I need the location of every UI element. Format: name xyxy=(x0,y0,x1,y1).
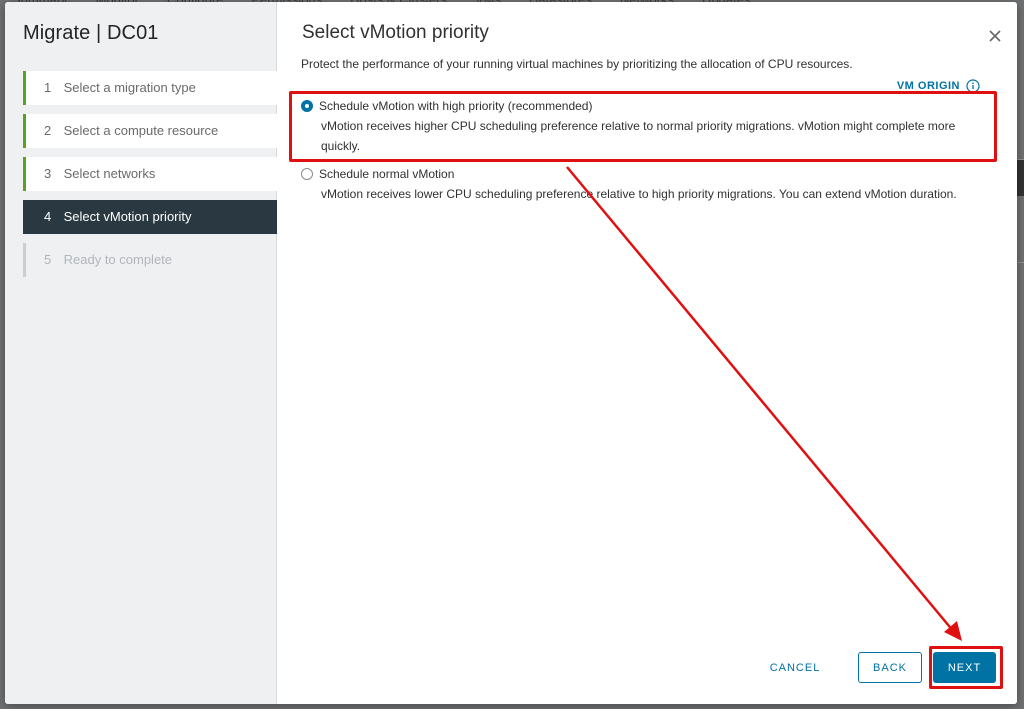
wizard-footer: CANCEL BACK NEXT xyxy=(277,634,1017,704)
next-button[interactable]: NEXT xyxy=(933,652,996,683)
high-priority-radio[interactable] xyxy=(301,100,313,112)
step-number: 1 xyxy=(44,80,52,95)
normal-priority-radio[interactable] xyxy=(301,168,313,180)
step-number: 5 xyxy=(44,252,52,267)
info-icon xyxy=(966,79,980,93)
wizard-content: Select vMotion priority Protect the perf… xyxy=(277,2,1017,704)
close-icon xyxy=(989,30,1001,42)
step-label: Select vMotion priority xyxy=(63,209,192,224)
step-label: Select a migration type xyxy=(63,80,196,95)
wizard-step-vmotion-priority[interactable]: 4 Select vMotion priority xyxy=(23,200,277,234)
step-number: 3 xyxy=(44,166,52,181)
close-button[interactable] xyxy=(985,26,1005,46)
vm-origin-label: VM ORIGIN xyxy=(896,80,960,92)
wizard-step-compute-resource[interactable]: 2 Select a compute resource xyxy=(23,114,277,148)
normal-priority-label[interactable]: Schedule normal vMotion xyxy=(319,167,454,181)
step-label: Ready to complete xyxy=(63,252,173,267)
migrate-wizard-dialog: Migrate | DC01 1 Select a migration type… xyxy=(5,2,1017,704)
normal-priority-description: vMotion receives lower CPU scheduling pr… xyxy=(321,187,957,201)
option-high-priority: Schedule vMotion with high priority (rec… xyxy=(301,99,989,156)
wizard-step-migration-type[interactable]: 1 Select a migration type xyxy=(23,71,277,105)
step-number: 4 xyxy=(44,209,52,224)
wizard-step-ready-to-complete: 5 Ready to complete xyxy=(23,243,277,277)
back-button[interactable]: BACK xyxy=(858,652,922,683)
high-priority-description: vMotion receives higher CPU scheduling p… xyxy=(321,119,956,153)
page-description: Protect the performance of your running … xyxy=(301,57,853,71)
step-label: Select a compute resource xyxy=(63,123,219,138)
cancel-button[interactable]: CANCEL xyxy=(760,652,830,683)
wizard-step-networks[interactable]: 3 Select networks xyxy=(23,157,277,191)
wizard-steps: 1 Select a migration type 2 Select a com… xyxy=(23,71,277,286)
step-number: 2 xyxy=(44,123,52,138)
wizard-sidebar: Migrate | DC01 1 Select a migration type… xyxy=(5,2,277,704)
high-priority-label[interactable]: Schedule vMotion with high priority (rec… xyxy=(319,99,592,113)
step-label: Select networks xyxy=(63,166,156,181)
wizard-title: Migrate | DC01 xyxy=(23,22,159,44)
vm-origin-link[interactable]: VM ORIGIN xyxy=(897,79,980,93)
page-title: Select vMotion priority xyxy=(302,22,489,43)
option-normal-priority: Schedule normal vMotion vMotion receives… xyxy=(301,167,989,204)
